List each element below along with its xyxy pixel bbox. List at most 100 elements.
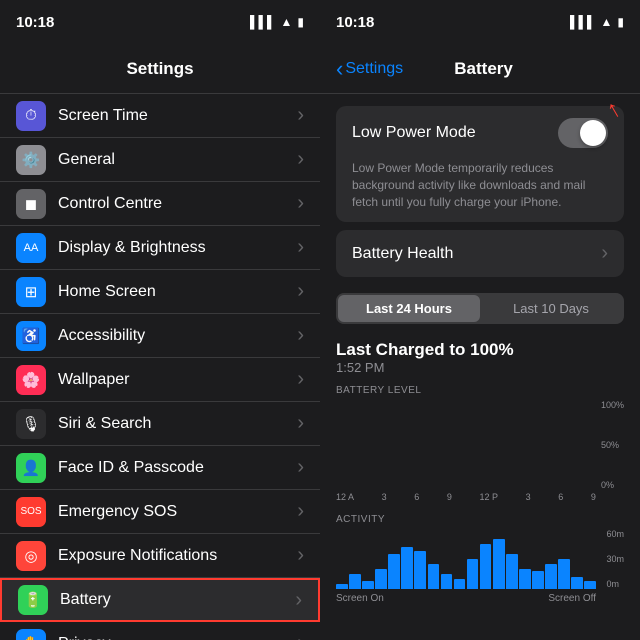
left-status-bar: 10:18 ▌▌▌ ▲ ▮ [0,0,320,44]
activity-bar-12 [493,539,505,589]
settings-item-display[interactable]: AA Display & Brightness [0,226,320,270]
right-status-icons: ▌▌▌ ▲ ▮ [570,15,624,29]
battery-chart [336,400,624,490]
back-label: Settings [345,60,403,78]
lpm-description: Low Power Mode temporarily reduces backg… [336,160,624,222]
home-screen-icon: ⊞ [16,277,46,307]
activity-y-labels: 60m 30m 0m [606,529,624,589]
tabs-bar: Last 24 Hours Last 10 Days [336,293,624,324]
activity-bar-5 [401,547,413,589]
battery-level-chart: BATTERY LEVEL 100% 50% 0% 12 A36912 P369 [320,377,640,506]
privacy-icon: ✋ [16,629,46,640]
battery-x-4: 12 P [480,492,499,502]
general-chevron-icon [297,148,304,171]
battery-health-row[interactable]: Battery Health [336,230,624,277]
home-screen-chevron-icon [297,280,304,303]
r-wifi-icon: ▲ [601,15,613,29]
accessibility-label: Accessibility [58,327,297,345]
activity-bar-16 [545,564,557,589]
settings-item-face-id[interactable]: 👤 Face ID & Passcode [0,446,320,490]
display-label: Display & Brightness [58,239,297,257]
emergency-sos-icon: SOS [16,497,46,527]
back-button[interactable]: ‹ Settings [336,56,403,82]
home-screen-label: Home Screen [58,283,297,301]
emergency-sos-chevron-icon [297,500,304,523]
settings-item-home-screen[interactable]: ⊞ Home Screen [0,270,320,314]
activity-bar-9 [454,579,466,589]
general-icon: ⚙️ [16,145,46,175]
accessibility-icon: ♿ [16,321,46,351]
activity-y-0: 0m [606,579,624,589]
battery-panel: 10:18 ▌▌▌ ▲ ▮ ‹ Settings Battery Low Pow… [320,0,640,640]
wallpaper-label: Wallpaper [58,371,297,389]
siri-search-icon: 🎙 [16,409,46,439]
activity-bar-17 [558,559,570,589]
lpm-toggle[interactable] [558,118,608,148]
battery-y-0: 0% [601,480,624,490]
last-charged: Last Charged to 100% 1:52 PM [320,336,640,377]
settings-item-exposure[interactable]: ◎ Exposure Notifications [0,534,320,578]
r-battery-icon: ▮ [617,15,624,29]
tab-24h[interactable]: Last 24 Hours [338,295,480,322]
settings-title: Settings [126,59,193,79]
privacy-label: Privacy [58,635,297,640]
display-icon: AA [16,233,46,263]
activity-bar-18 [571,577,583,589]
r-signal-icon: ▌▌▌ [570,15,596,29]
exposure-chevron-icon [297,544,304,567]
exposure-icon: ◎ [16,541,46,571]
settings-item-general[interactable]: ⚙️ General [0,138,320,182]
settings-item-wallpaper[interactable]: 🌸 Wallpaper [0,358,320,402]
signal-icon: ▌▌▌ [250,15,276,29]
battery-icon: 🔋 [18,585,48,615]
activity-y-30: 30m [606,554,624,564]
battery-header: ‹ Settings Battery [320,44,640,94]
activity-bar-8 [441,574,453,589]
tab-10d[interactable]: Last 10 Days [480,295,622,322]
activity-bar-10 [467,559,479,589]
battery-icon: ▮ [297,15,304,29]
face-id-icon: 👤 [16,453,46,483]
screen-labels: Screen On Screen Off [336,589,624,604]
settings-list: ⏱ Screen Time ⚙️ General ◼ Control Centr… [0,94,320,640]
settings-item-privacy[interactable]: ✋ Privacy [0,622,320,640]
lpm-wrapper: Low Power Mode Low Power Mode temporaril… [320,106,640,222]
emergency-sos-label: Emergency SOS [58,503,297,521]
activity-bar-11 [480,544,492,589]
settings-item-emergency-sos[interactable]: SOS Emergency SOS [0,490,320,534]
battery-y-50: 50% [601,440,624,450]
battery-content: Low Power Mode Low Power Mode temporaril… [320,94,640,640]
control-centre-chevron-icon [297,192,304,215]
wallpaper-icon: 🌸 [16,365,46,395]
activity-bar-15 [532,571,544,589]
back-chevron-icon: ‹ [336,56,343,82]
settings-panel: 10:18 ▌▌▌ ▲ ▮ Settings ⏱ Screen Time ⚙️ … [0,0,320,640]
control-centre-label: Control Centre [58,195,297,213]
activity-bar-0 [336,584,348,589]
battery-x-labels: 12 A36912 P369 [336,490,624,502]
toggle-knob [580,120,606,146]
settings-item-battery[interactable]: 🔋 Battery [0,578,320,622]
settings-item-control-centre[interactable]: ◼ Control Centre [0,182,320,226]
battery-x-0: 12 A [336,492,354,502]
last-charged-title: Last Charged to 100% [336,340,624,360]
activity-bar-14 [519,569,531,589]
activity-chart-wrapper: 60m 30m 0m [336,529,624,589]
settings-item-siri-search[interactable]: 🎙 Siri & Search [0,402,320,446]
settings-item-accessibility[interactable]: ♿ Accessibility [0,314,320,358]
settings-item-screen-time[interactable]: ⏱ Screen Time [0,94,320,138]
activity-bar-3 [375,569,387,589]
lpm-label: Low Power Mode [352,124,558,142]
activity-label: ACTIVITY [336,514,624,525]
battery-health-section: Battery Health [336,230,624,277]
activity-bar-7 [428,564,440,589]
screen-off-label: Screen Off [548,593,596,604]
lpm-section: Low Power Mode Low Power Mode temporaril… [336,106,624,222]
battery-y-labels: 100% 50% 0% [601,400,624,490]
screen-time-chevron-icon [297,104,304,127]
face-id-label: Face ID & Passcode [58,459,297,477]
tab-10d-label: Last 10 Days [513,301,589,316]
battery-x-1: 3 [382,492,387,502]
exposure-label: Exposure Notifications [58,547,297,565]
activity-chart-section: ACTIVITY 60m 30m 0m Screen On Screen Off [320,506,640,608]
